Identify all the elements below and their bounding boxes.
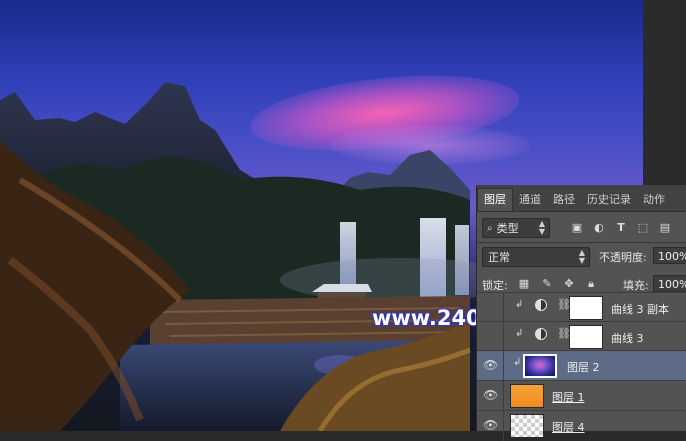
adjustment-layer-icon	[535, 299, 547, 311]
eye-icon: 👁︎	[483, 418, 499, 432]
lock-position-move-icon[interactable]: ✥	[562, 277, 576, 291]
layer-name: 图层 1	[552, 391, 585, 404]
layer-name: 曲线 3 副本	[611, 303, 669, 316]
adjustment-layer-icon	[535, 328, 547, 340]
tab-channels[interactable]: 通道	[513, 189, 547, 211]
tab-paths[interactable]: 路径	[547, 189, 581, 211]
layer-name: 图层 4	[552, 421, 585, 434]
tab-layers[interactable]: 图层	[477, 188, 513, 211]
layer-mask-thumbnail[interactable]	[569, 325, 603, 349]
eye-icon: 👁︎	[483, 388, 499, 402]
fill-field[interactable]: 100%	[653, 275, 686, 292]
layer-name: 曲线 3	[611, 332, 644, 345]
clipping-arrow-icon: ↲	[513, 357, 522, 368]
clipping-arrow-icon: ↲	[515, 328, 524, 339]
opacity-field[interactable]: 100%	[653, 247, 686, 264]
layer-thumbnail[interactable]	[510, 384, 544, 408]
layer-row[interactable]: ↲ ⛓︎ 曲线 3 副本	[477, 292, 686, 323]
layer-row[interactable]: ↲ ⛓︎ 曲线 3	[477, 321, 686, 352]
smart-object-filter-icon[interactable]: ▤	[658, 221, 672, 235]
eye-icon: 👁︎	[483, 358, 499, 372]
layer-mask-thumbnail[interactable]	[569, 296, 603, 320]
lock-label: 锁定:	[482, 279, 508, 292]
layer-row[interactable]: 👁︎ 图层 1	[477, 380, 686, 411]
divider	[477, 242, 686, 243]
filter-kind-select[interactable]: ⌕ 类型 ▲ ▼	[482, 218, 550, 238]
visibility-toggle[interactable]: 👁︎	[477, 411, 504, 441]
layer-row[interactable]: 👁︎ 图层 4	[477, 410, 686, 441]
search-icon: ⌕	[487, 222, 493, 234]
tab-history[interactable]: 历史记录	[581, 189, 637, 211]
panel-tabs: 图层 通道 路径 历史记录 动作	[477, 185, 686, 212]
tab-actions[interactable]: 动作	[637, 189, 671, 211]
image-filter-icon[interactable]: ▣	[570, 221, 584, 235]
lock-all-icon[interactable]: 🔒︎	[584, 277, 598, 291]
shape-filter-icon[interactable]: ⬚	[636, 221, 650, 235]
lock-image-brush-icon[interactable]: ✎	[540, 277, 554, 291]
clipping-arrow-icon: ↲	[515, 299, 524, 310]
type-filter-icon[interactable]: T	[614, 221, 628, 235]
lock-transparent-icon[interactable]: ▦	[517, 277, 531, 291]
filter-kind-label: 类型	[496, 222, 519, 235]
canvas-background-strip	[643, 0, 686, 185]
layer-thumbnail[interactable]	[523, 354, 557, 378]
layer-row-selected[interactable]: 👁︎ ↲ 图层 2	[477, 350, 686, 381]
blend-mode-select[interactable]: 正常 ▲ ▼	[482, 247, 590, 267]
visibility-toggle[interactable]: 👁︎	[477, 351, 504, 381]
blend-mode-value: 正常	[488, 251, 510, 264]
select-arrows-icon: ▲ ▼	[538, 219, 545, 236]
layers-panel: 图层 通道 路径 历史记录 动作 ⌕ 类型 ▲ ▼ ▣ ◐ T ⬚ ▤ 正常 ▲ ▼…	[476, 185, 686, 441]
select-arrows-icon: ▲ ▼	[578, 248, 585, 265]
adjustment-filter-icon[interactable]: ◐	[592, 221, 606, 235]
visibility-toggle[interactable]: 👁︎	[477, 381, 504, 411]
layer-name: 图层 2	[567, 361, 600, 374]
visibility-toggle[interactable]	[477, 322, 504, 352]
fill-label: 填充:	[623, 279, 649, 292]
layer-thumbnail[interactable]	[510, 414, 544, 438]
opacity-label: 不透明度:	[599, 251, 647, 264]
visibility-toggle[interactable]	[477, 293, 504, 323]
